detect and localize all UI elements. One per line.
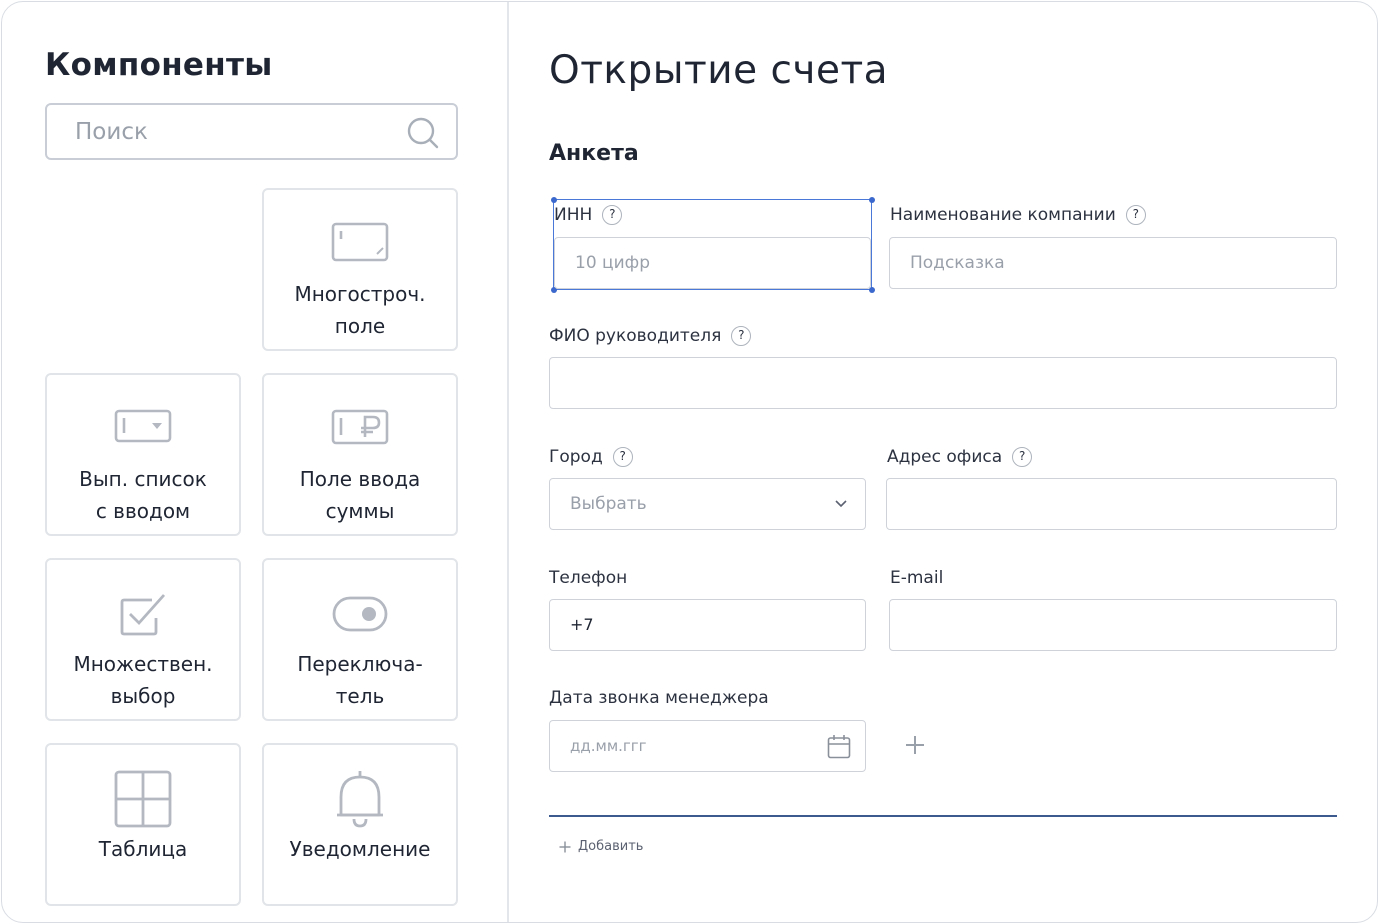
tile-label-line2: выбор — [110, 684, 176, 708]
sidebar-title: Компоненты — [45, 47, 273, 83]
tile-label-line2: поле — [334, 314, 386, 338]
label-text: Телефон — [549, 568, 628, 588]
tile-label-line1: Уведомление — [289, 837, 431, 861]
multiline-field-icon — [331, 222, 389, 262]
component-tile-multi-select[interactable]: Множествен. выбор — [45, 558, 241, 721]
label-text: Дата звонка менеджера — [549, 688, 769, 708]
calendar-icon[interactable] — [827, 734, 851, 759]
company-field[interactable] — [889, 237, 1337, 289]
city-select-value: Выбрать — [570, 494, 647, 514]
component-tile-combobox[interactable]: Вып. список с вводом — [45, 373, 241, 536]
field-label-call-date: Дата звонка менеджера — [549, 688, 769, 708]
email-input[interactable] — [890, 600, 1336, 650]
bell-icon — [337, 771, 383, 828]
app-window: Компоненты Многостроч. поле Вып. список … — [1, 1, 1378, 923]
label-text: Адрес офиса — [887, 447, 1003, 467]
add-button-label: Добавить — [578, 839, 644, 854]
field-label-city: Город ? — [549, 447, 633, 467]
search-input[interactable] — [47, 105, 456, 158]
tile-label-line1: Переключа- — [297, 652, 423, 676]
plus-icon — [559, 841, 571, 852]
field-label-address: Адрес офиса ? — [887, 447, 1033, 467]
company-input[interactable] — [890, 238, 1336, 288]
label-text: Город — [549, 447, 603, 467]
help-icon[interactable]: ? — [602, 205, 623, 225]
field-label-email: E-mail — [890, 568, 943, 588]
label-text: Наименование компании — [890, 205, 1116, 225]
section-separator — [549, 815, 1337, 817]
call-date-field[interactable] — [549, 720, 866, 772]
tile-label-line1: Таблица — [98, 837, 188, 861]
director-field[interactable] — [549, 357, 1337, 409]
tile-label-line1: Вып. список — [79, 467, 207, 491]
component-tile-toggle[interactable]: Переключа- тель — [262, 558, 458, 721]
inn-input[interactable] — [555, 238, 870, 288]
tile-label-line1: Поле ввода — [299, 467, 421, 491]
tile-label-line1: Множествен. — [73, 652, 213, 676]
label-text: ФИО руководителя — [549, 326, 722, 346]
help-icon[interactable]: ? — [1012, 447, 1033, 467]
combobox-icon — [114, 409, 172, 443]
amount-field-icon — [331, 409, 389, 445]
inn-field[interactable] — [554, 237, 871, 289]
tile-label-line1: Многостроч. — [294, 282, 426, 306]
component-tile-table[interactable]: Таблица — [45, 743, 241, 906]
section-title: Анкета — [549, 141, 639, 166]
director-input[interactable] — [550, 358, 1336, 408]
add-button[interactable]: Добавить — [559, 839, 643, 854]
page-title: Открытие счета — [549, 48, 889, 93]
field-label-inn: ИНН ? — [554, 205, 623, 225]
toggle-icon — [332, 596, 388, 632]
resize-handle[interactable] — [550, 196, 557, 203]
field-label-director: ФИО руководителя ? — [549, 326, 752, 346]
tile-label-line2: тель — [335, 684, 385, 708]
table-icon — [114, 770, 172, 828]
chevron-down-icon[interactable] — [835, 500, 847, 508]
address-input[interactable] — [887, 479, 1336, 529]
tile-label-line2: с вводом — [95, 499, 191, 523]
search-icon[interactable] — [407, 117, 439, 149]
tile-label-line2: суммы — [325, 499, 395, 523]
component-tile-multiline-field[interactable]: Многостроч. поле — [262, 188, 458, 351]
phone-value: +7 — [570, 615, 594, 634]
field-label-phone: Телефон — [549, 568, 627, 588]
field-label-company: Наименование компании ? — [890, 205, 1146, 225]
component-tile-amount-field[interactable]: Поле ввода суммы — [262, 373, 458, 536]
panel-divider — [507, 2, 509, 922]
resize-handle[interactable] — [868, 196, 875, 203]
component-tile-notification[interactable]: Уведомление — [262, 743, 458, 906]
help-icon[interactable]: ? — [731, 326, 752, 346]
help-icon[interactable]: ? — [1125, 205, 1146, 225]
label-text: E-mail — [890, 568, 944, 588]
call-date-input[interactable] — [550, 721, 865, 771]
checkbox-icon — [120, 594, 166, 636]
phone-field[interactable]: +7 — [549, 599, 866, 651]
search-box[interactable] — [45, 103, 458, 160]
add-field-plus-icon[interactable] — [903, 733, 927, 757]
city-select[interactable]: Выбрать — [549, 478, 866, 530]
address-field[interactable] — [886, 478, 1337, 530]
help-icon[interactable]: ? — [612, 447, 633, 467]
label-text: ИНН — [554, 205, 593, 225]
email-field[interactable] — [889, 599, 1337, 651]
